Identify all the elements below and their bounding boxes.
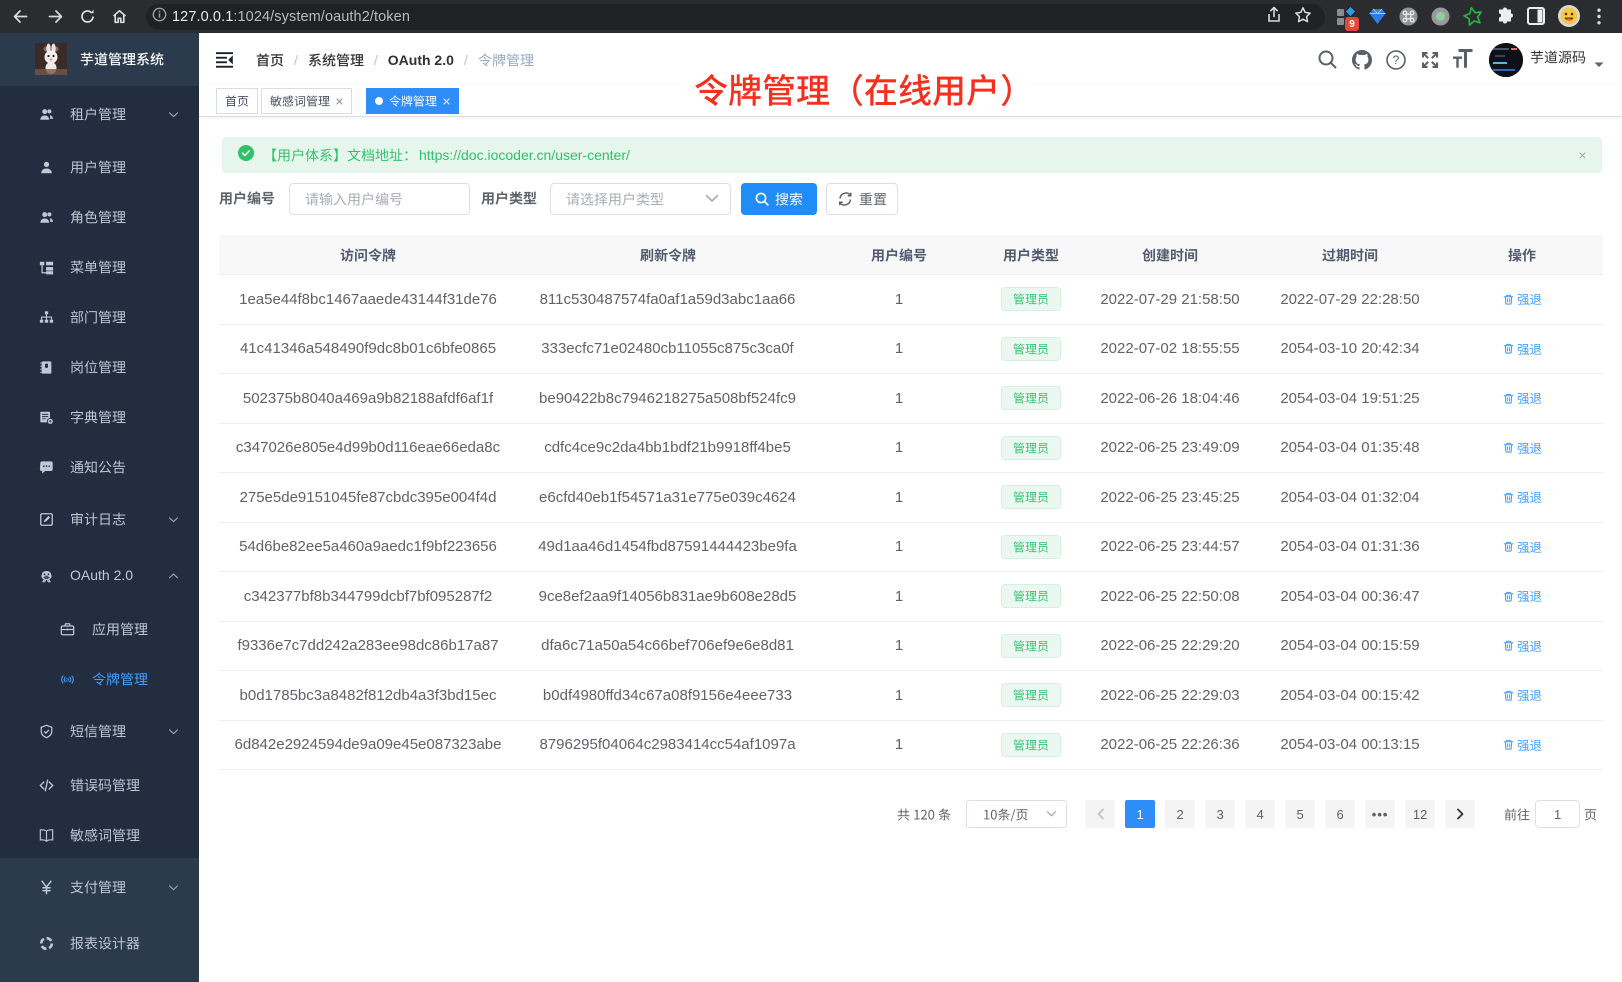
- svg-text:?: ?: [1393, 53, 1400, 67]
- svg-text:a: a: [66, 676, 70, 683]
